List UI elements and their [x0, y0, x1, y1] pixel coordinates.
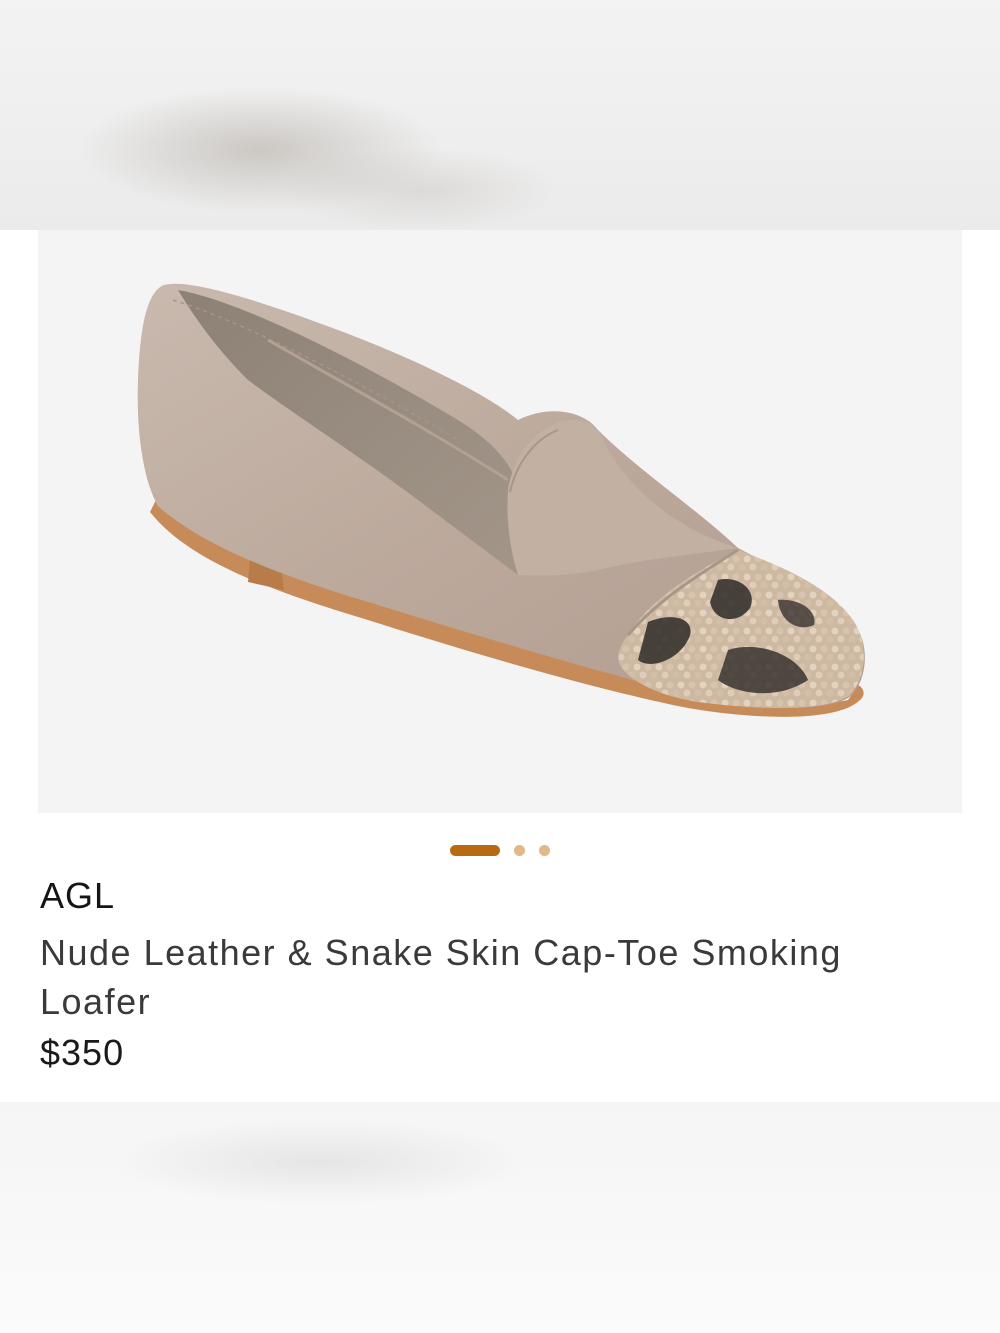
background-blur-bottom — [0, 1102, 1000, 1333]
carousel-dot[interactable] — [539, 844, 550, 856]
product-card: AGL Nude Leather & Snake Skin Cap-Toe Sm… — [0, 230, 1000, 1102]
product-image[interactable] — [38, 230, 962, 813]
background-blur-top — [0, 0, 1000, 230]
product-title[interactable]: Nude Leather & Snake Skin Cap-Toe Smokin… — [40, 928, 900, 1026]
product-price: $350 — [40, 1032, 125, 1073]
carousel-dot-active[interactable] — [450, 844, 500, 856]
carousel-dot[interactable] — [514, 844, 525, 856]
page: AGL Nude Leather & Snake Skin Cap-Toe Sm… — [0, 0, 1000, 1333]
product-brand[interactable]: AGL — [40, 875, 115, 917]
carousel-pager[interactable] — [450, 844, 564, 856]
loafer-illustration — [137, 283, 865, 717]
